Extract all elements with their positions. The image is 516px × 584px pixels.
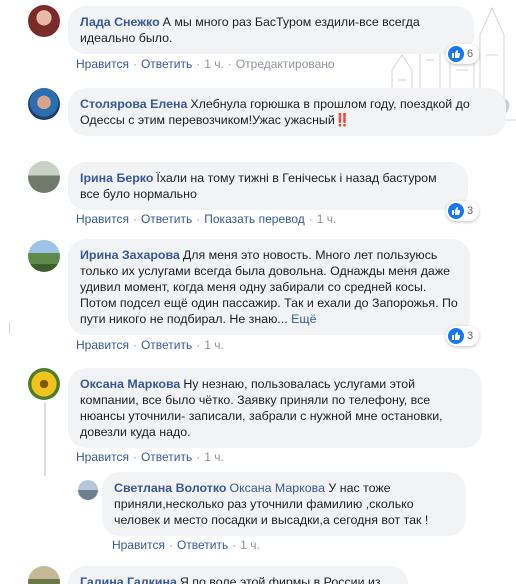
- reaction-number: 3: [467, 205, 474, 217]
- author-name[interactable]: Лада Снежко: [80, 15, 160, 29]
- timestamp[interactable]: 1 ч.: [204, 450, 224, 464]
- like-link[interactable]: Нравится: [76, 450, 129, 464]
- avatar[interactable]: [28, 88, 60, 120]
- reply-link[interactable]: Ответить: [141, 450, 192, 464]
- comment-bubble: Светлана Волотко Оксана Маркова У нас тож…: [102, 472, 466, 536]
- comment-bubble: Ирина Захарова Для меня это новость. Мног…: [68, 239, 470, 335]
- avatar[interactable]: [78, 480, 98, 500]
- avatar[interactable]: [28, 566, 60, 584]
- reaction-count[interactable]: 6: [446, 44, 480, 64]
- mention-link[interactable]: Оксана Маркова: [229, 481, 325, 495]
- reply-link[interactable]: Ответить: [141, 338, 192, 352]
- double-exclamation-icon: ‼️: [334, 113, 351, 127]
- comment-bubble: Оксана Маркова Ну незнаю, пользовалась ус…: [68, 368, 482, 448]
- reaction-count[interactable]: 3: [446, 201, 480, 221]
- comment-bubble: Ірина Берко Їхали на тому тижні в Генічес…: [68, 162, 468, 210]
- author-name[interactable]: Оксана Маркова: [80, 377, 180, 391]
- scroll-edge: [9, 322, 10, 334]
- author-name[interactable]: Ирина Захарова: [80, 248, 180, 262]
- avatar[interactable]: [28, 161, 60, 193]
- edited-label[interactable]: Отредактировано: [236, 57, 335, 71]
- thumbs-up-icon: [448, 328, 464, 344]
- comment-actions: Нравится · Ответить · 1 ч.: [112, 538, 260, 552]
- see-more-link[interactable]: Ещё: [291, 312, 316, 326]
- reply-link[interactable]: Ответить: [141, 57, 192, 71]
- timestamp[interactable]: 1 ч.: [204, 338, 224, 352]
- timestamp[interactable]: 1 ч.: [317, 212, 337, 226]
- avatar[interactable]: [28, 368, 60, 400]
- like-link[interactable]: Нравится: [112, 538, 165, 552]
- author-name[interactable]: Ірина Берко: [80, 171, 153, 185]
- avatar[interactable]: [28, 240, 60, 272]
- comment-actions: Нравится · Ответить · 1 ч. · Отредактировано: [76, 57, 335, 71]
- avatar[interactable]: [28, 5, 60, 37]
- show-translation-link[interactable]: Показать перевод: [204, 212, 305, 226]
- like-link[interactable]: Нравится: [76, 212, 129, 226]
- reaction-number: 6: [467, 48, 474, 60]
- reply-link[interactable]: Ответить: [141, 212, 192, 226]
- author-name[interactable]: Галина Галкина: [80, 575, 177, 584]
- timestamp[interactable]: 1 ч.: [240, 538, 260, 552]
- thumbs-up-icon: [448, 203, 464, 219]
- comment-bubble: Столярова Елена Хлебнула горюшка в прошло…: [68, 88, 506, 136]
- reaction-number: 3: [467, 330, 474, 342]
- author-name[interactable]: Столярова Елена: [80, 97, 187, 111]
- author-name[interactable]: Светлана Волотко: [114, 481, 226, 495]
- reaction-count[interactable]: 3: [446, 326, 480, 346]
- thumbs-up-icon: [448, 46, 464, 62]
- comment-bubble: Галина Галкина Я по воле этой фирмы в Рос…: [68, 566, 408, 584]
- comment-bubble: Лада Снежко А мы много раз БасТуром ездил…: [68, 6, 474, 54]
- like-link[interactable]: Нравится: [76, 57, 129, 71]
- timestamp[interactable]: 1 ч.: [204, 57, 224, 71]
- comment-actions: Нравится · Ответить · Показать перевод · 1 ч.: [76, 212, 337, 226]
- comment-text: Я по воле этой фирмы в России из: [179, 575, 381, 584]
- comment-actions: Нравится · Ответить · 1 ч.: [76, 338, 224, 352]
- thread-line: [44, 402, 46, 476]
- reply-link[interactable]: Ответить: [177, 538, 228, 552]
- like-link[interactable]: Нравится: [76, 338, 129, 352]
- comment-actions: Нравится · Ответить · 1 ч.: [76, 450, 224, 464]
